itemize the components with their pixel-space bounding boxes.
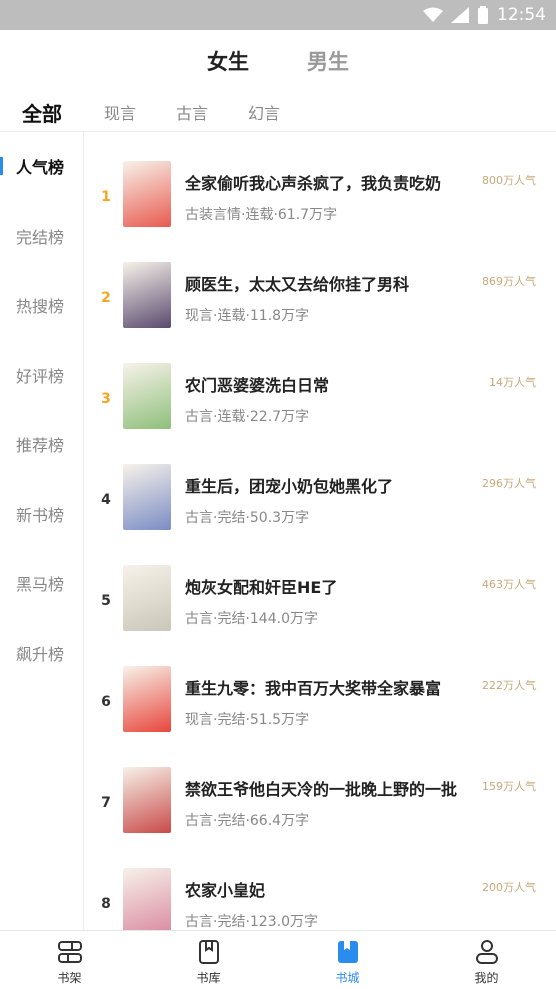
nav-bookshelf[interactable]: 书架	[0, 931, 139, 989]
ranking-sidebar: 人气榜 完结榜 热搜榜 好评榜 推荐榜 新书榜 黑马榜 飙升榜	[0, 132, 84, 930]
status-time: 12:54	[497, 5, 546, 25]
book-meta: 古言·连载·22.7万字	[185, 409, 310, 425]
sidebar-item-hot-search[interactable]: 热搜榜	[0, 290, 84, 320]
rank-number: 1	[101, 189, 111, 205]
sidebar-item-recommended[interactable]: 推荐榜	[0, 429, 84, 459]
list-item[interactable]: 8 农家小皇妃 古言·完结·123.0万字 200万人气	[84, 859, 556, 930]
nav-label: 书库	[196, 971, 221, 985]
book-cover	[123, 565, 171, 631]
book-cover	[123, 464, 171, 530]
gender-tabs: 女生 男生	[0, 30, 556, 92]
sidebar-item-rising[interactable]: 飙升榜	[0, 638, 84, 668]
popularity-count: 800万人气	[482, 174, 536, 187]
battery-icon	[478, 6, 488, 24]
category-ancient[interactable]: 古言	[176, 100, 208, 124]
book-title: 农家小皇妃	[185, 881, 266, 900]
popularity-count: 159万人气	[482, 780, 536, 793]
nav-bookstore[interactable]: 书城	[278, 931, 417, 989]
book-cover	[123, 363, 171, 429]
popularity-count: 222万人气	[482, 679, 536, 692]
popularity-count: 200万人气	[482, 881, 536, 894]
rank-number: 3	[101, 391, 111, 407]
book-title: 重生九零：我中百万大奖带全家暴富	[185, 679, 442, 698]
profile-icon	[475, 940, 498, 964]
book-title: 农门恶婆婆洗白日常	[185, 376, 330, 395]
sidebar-item-new-books[interactable]: 新书榜	[0, 499, 84, 529]
book-meta: 古装言情·连载·61.7万字	[185, 207, 338, 223]
rank-number: 6	[101, 694, 111, 710]
signal-icon	[451, 7, 469, 23]
nav-label: 我的	[474, 971, 499, 985]
bookshelf-icon	[57, 941, 82, 963]
book-title: 顾医生，太太又去给你挂了男科	[185, 275, 410, 294]
bookstore-icon	[337, 941, 358, 963]
list-item[interactable]: 1 全家偷听我心声杀疯了，我负责吃奶 古装言情·连载·61.7万字 800万人气	[84, 152, 556, 254]
wifi-icon	[423, 7, 443, 22]
book-title: 重生后，团宠小奶包她黑化了	[185, 477, 394, 496]
rank-number: 5	[101, 593, 111, 609]
sidebar-item-well-rated[interactable]: 好评榜	[0, 360, 84, 390]
book-meta: 古言·完结·50.3万字	[185, 510, 310, 526]
book-list: 1 全家偷听我心声杀疯了，我负责吃奶 古装言情·连载·61.7万字 800万人气…	[84, 132, 556, 930]
popularity-count: 14万人气	[489, 376, 536, 389]
book-meta: 古言·完结·144.0万字	[185, 611, 318, 627]
list-item[interactable]: 3 农门恶婆婆洗白日常 古言·连载·22.7万字 14万人气	[84, 354, 556, 456]
category-modern[interactable]: 现言	[104, 100, 136, 124]
list-item[interactable]: 6 重生九零：我中百万大奖带全家暴富 现言·完结·51.5万字 222万人气	[84, 657, 556, 759]
rank-number: 2	[101, 290, 111, 306]
book-cover	[123, 262, 171, 328]
rank-number: 8	[101, 896, 111, 912]
book-title: 全家偷听我心声杀疯了，我负责吃奶	[185, 174, 442, 193]
tab-male[interactable]: 男生	[307, 46, 349, 76]
status-icons	[423, 6, 489, 24]
book-cover	[123, 767, 171, 833]
list-item[interactable]: 2 顾医生，太太又去给你挂了男科 现言·连载·11.8万字 869万人气	[84, 253, 556, 355]
book-cover	[123, 868, 171, 930]
list-item[interactable]: 5 炮灰女配和奸臣HE了 古言·完结·144.0万字 463万人气	[84, 556, 556, 658]
category-tabs: 全部 现言 古言 幻言	[0, 92, 556, 132]
category-fantasy[interactable]: 幻言	[248, 100, 280, 124]
bottom-nav: 书架 书库 书城 我的	[0, 930, 556, 989]
popularity-count: 296万人气	[482, 477, 536, 490]
book-meta: 现言·连载·11.8万字	[185, 308, 310, 324]
status-bar: 12:54	[0, 0, 556, 30]
book-meta: 现言·完结·51.5万字	[185, 712, 310, 728]
book-title: 炮灰女配和奸臣HE了	[185, 578, 338, 597]
category-all[interactable]: 全部	[22, 98, 62, 127]
book-meta: 古言·完结·123.0万字	[185, 914, 318, 930]
rank-number: 7	[101, 795, 111, 811]
book-title: 禁欲王爷他白天冷的一批晚上野的一批	[185, 780, 458, 799]
nav-label: 书架	[57, 971, 82, 985]
list-item[interactable]: 7 禁欲王爷他白天冷的一批晚上野的一批 古言·完结·66.4万字 159万人气	[84, 758, 556, 860]
nav-library[interactable]: 书库	[139, 931, 278, 989]
sidebar-item-completed[interactable]: 完结榜	[0, 221, 84, 251]
sidebar-item-popular[interactable]: 人气榜	[0, 151, 84, 181]
popularity-count: 463万人气	[482, 578, 536, 591]
book-meta: 古言·完结·66.4万字	[185, 813, 310, 829]
nav-label: 书城	[335, 971, 360, 985]
book-cover	[123, 161, 171, 227]
list-item[interactable]: 4 重生后，团宠小奶包她黑化了 古言·完结·50.3万字 296万人气	[84, 455, 556, 557]
sidebar-item-dark-horse[interactable]: 黑马榜	[0, 568, 84, 598]
tab-female[interactable]: 女生	[207, 46, 249, 76]
nav-profile[interactable]: 我的	[417, 931, 556, 989]
book-cover	[123, 666, 171, 732]
library-icon	[198, 940, 219, 964]
popularity-count: 869万人气	[482, 275, 536, 288]
rank-number: 4	[101, 492, 111, 508]
